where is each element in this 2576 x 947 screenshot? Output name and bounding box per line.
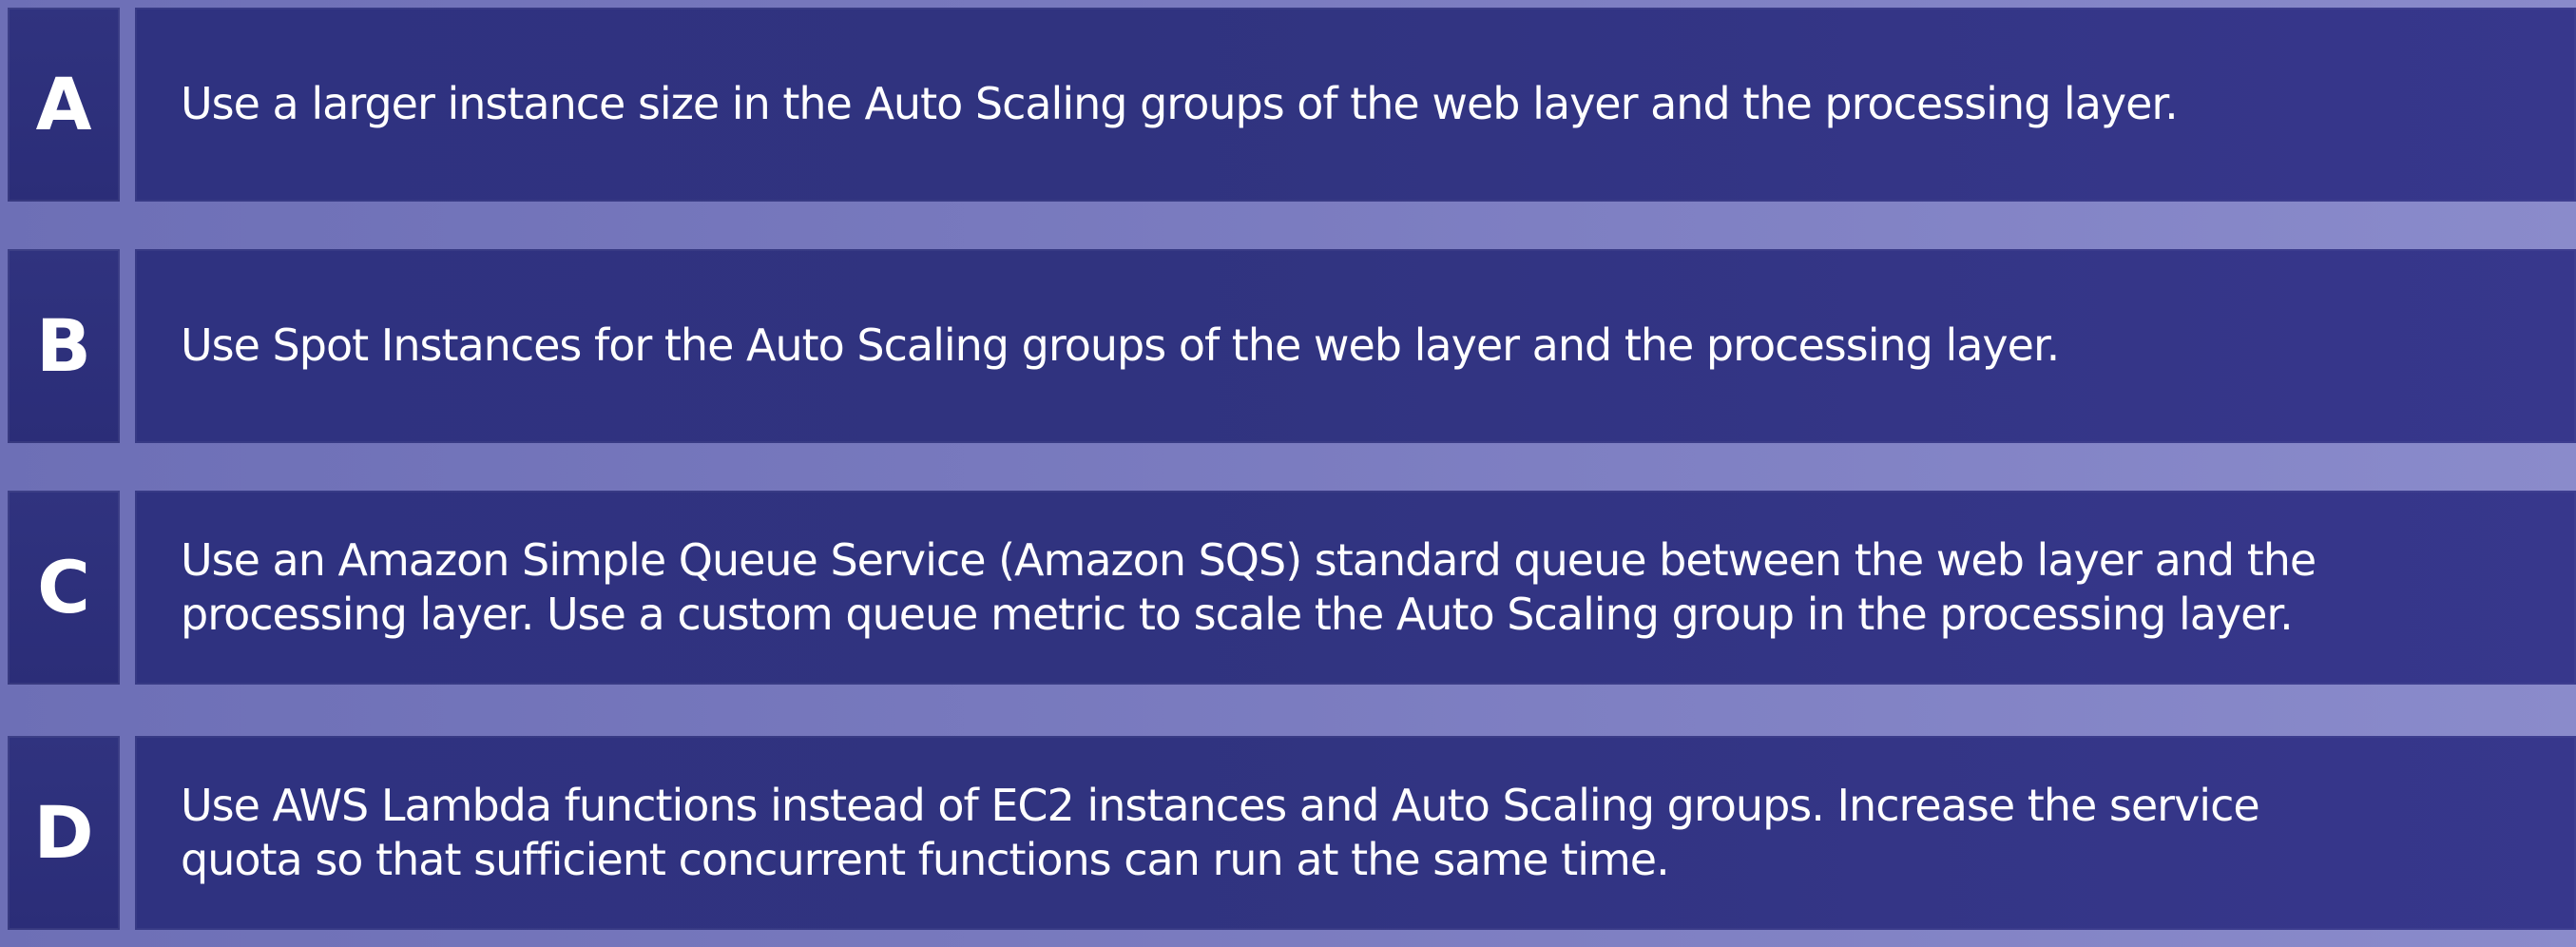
option-d[interactable]: D Use AWS Lambda functions instead of EC… <box>0 728 2576 930</box>
option-c-letter-box[interactable]: C <box>8 491 120 685</box>
option-c-text-box[interactable]: Use an Amazon Simple Queue Service (Amaz… <box>135 491 2576 685</box>
option-d-text: Use AWS Lambda functions instead of EC2 … <box>181 779 2260 886</box>
option-c-text: Use an Amazon Simple Queue Service (Amaz… <box>181 533 2316 641</box>
option-b-text-box[interactable]: Use Spot Instances for the Auto Scaling … <box>135 249 2576 443</box>
option-d-letter-box[interactable]: D <box>8 736 120 930</box>
option-a-letter-box[interactable]: A <box>8 8 120 202</box>
option-b-letter-box[interactable]: B <box>8 249 120 443</box>
option-b[interactable]: B Use Spot Instances for the Auto Scalin… <box>0 242 2576 443</box>
option-c-letter: C <box>37 545 90 629</box>
option-a[interactable]: A Use a larger instance size in the Auto… <box>0 0 2576 202</box>
option-b-text: Use Spot Instances for the Auto Scaling … <box>181 319 2060 372</box>
option-a-letter: A <box>35 62 92 146</box>
answer-options: A Use a larger instance size in the Auto… <box>0 0 2576 947</box>
option-d-letter: D <box>33 790 94 875</box>
option-a-text-box[interactable]: Use a larger instance size in the Auto S… <box>135 8 2576 202</box>
option-b-letter: B <box>36 303 91 388</box>
option-a-text: Use a larger instance size in the Auto S… <box>181 78 2179 130</box>
option-d-text-box[interactable]: Use AWS Lambda functions instead of EC2 … <box>135 736 2576 930</box>
option-c[interactable]: C Use an Amazon Simple Queue Service (Am… <box>0 483 2576 685</box>
